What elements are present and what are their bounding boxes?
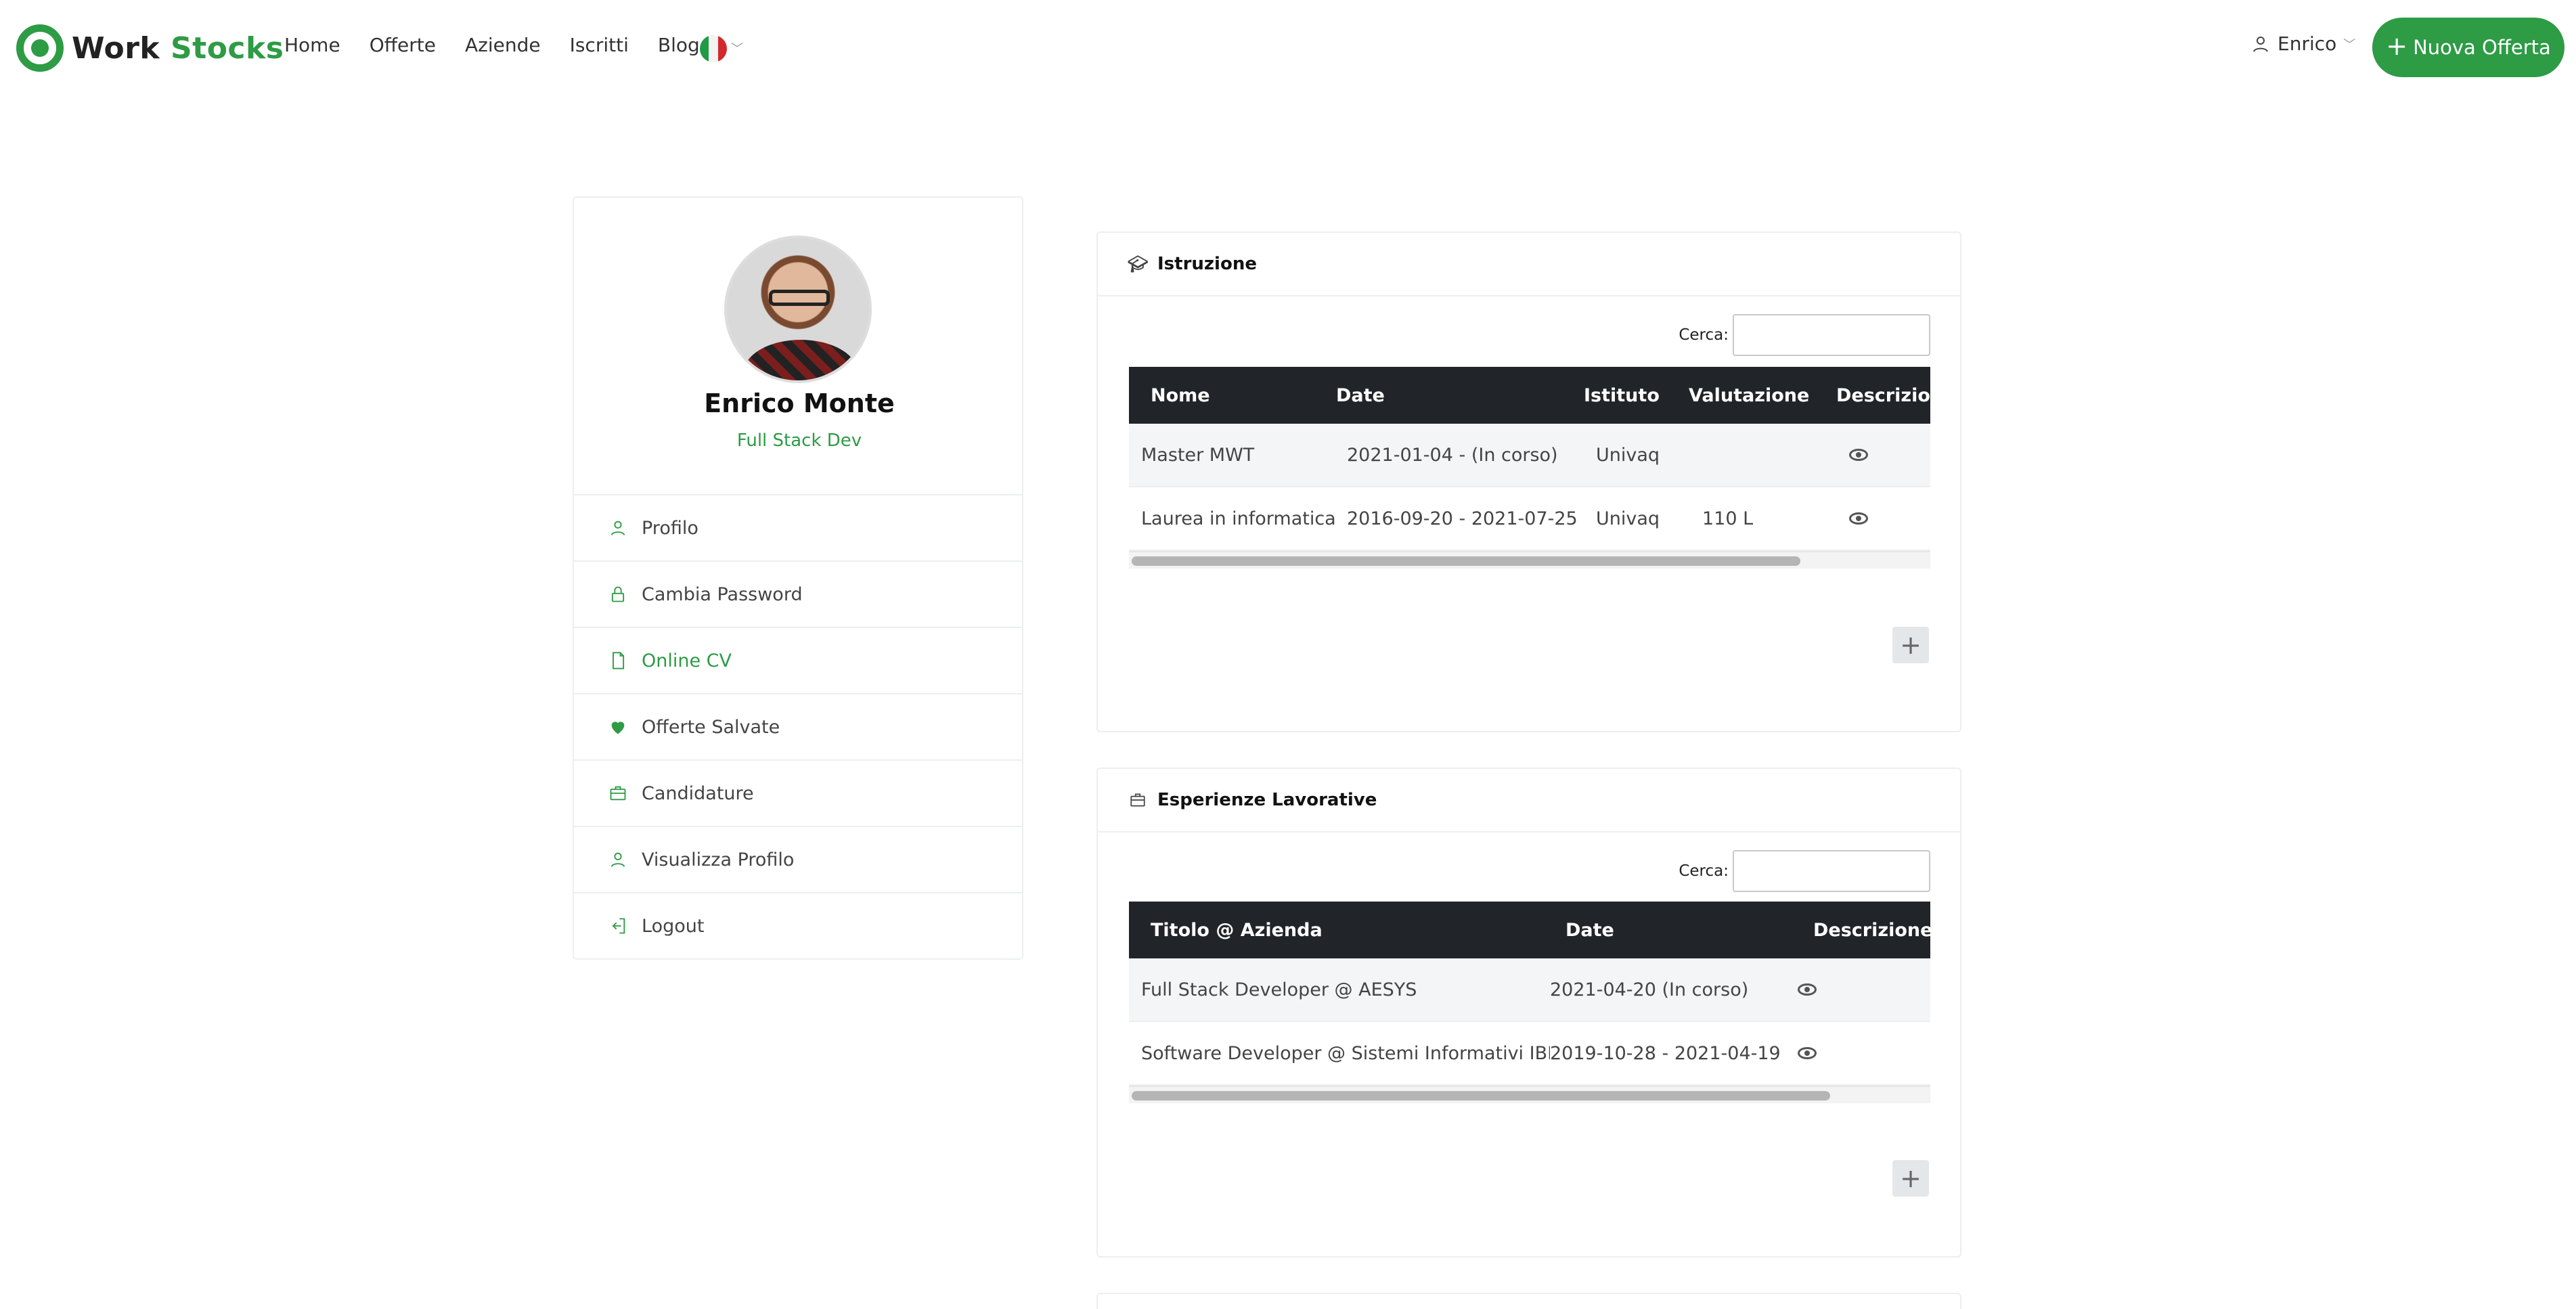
education-search: Cerca: bbox=[1679, 314, 1930, 356]
cell-nome: Master MWT bbox=[1141, 444, 1255, 466]
briefcase-icon bbox=[610, 786, 626, 801]
profile-name: Enrico Monte bbox=[704, 389, 895, 418]
new-offer-button[interactable]: + Nuova Offerta bbox=[2372, 18, 2564, 77]
scrollbar-thumb[interactable] bbox=[1132, 1091, 1830, 1101]
column-header[interactable]: Titolo @ Azienda bbox=[1129, 920, 1565, 941]
experience-table: Titolo @ Azienda Date Descrizione Full S… bbox=[1129, 902, 1930, 1103]
sidebar-item-label: Offerte Salvate bbox=[642, 716, 780, 738]
chevron-down-icon: ﹀ bbox=[731, 42, 743, 56]
sidebar-item-candidature[interactable]: Candidature bbox=[574, 759, 1022, 826]
experience-search: Cerca: bbox=[1679, 850, 1930, 892]
nav-iscritti[interactable]: Iscritti bbox=[570, 34, 629, 56]
language-flag-icon[interactable] bbox=[700, 35, 727, 62]
logo-word-stocks: Stocks bbox=[170, 30, 284, 66]
education-table: Nome Date Istituto Valutazione Descrizio… bbox=[1129, 367, 1930, 569]
cell-valutazione: 110 L bbox=[1702, 508, 1754, 529]
column-header[interactable]: Nome bbox=[1129, 385, 1336, 406]
add-education-button[interactable]: + bbox=[1892, 627, 1929, 663]
table-row: Master MWT 2021-01-04 - (In corso) Univa… bbox=[1129, 424, 1930, 487]
education-title: Istruzione bbox=[1157, 254, 1257, 274]
site-logo[interactable]: Work Stocks bbox=[16, 24, 284, 72]
column-header[interactable]: Istituto bbox=[1584, 385, 1689, 406]
sidebar-item-logout[interactable]: Logout bbox=[574, 892, 1022, 958]
sidebar-item-label: Candidature bbox=[642, 782, 754, 804]
logo-word-work: Work bbox=[72, 30, 160, 66]
sidebar-item-label: Cambia Password bbox=[642, 583, 803, 605]
eye-icon[interactable] bbox=[1798, 983, 1817, 996]
logo-mark-icon bbox=[16, 24, 64, 72]
nav-home[interactable]: Home bbox=[284, 34, 340, 56]
table-header: Nome Date Istituto Valutazione Descrizio… bbox=[1129, 367, 1930, 424]
horizontal-scrollbar[interactable] bbox=[1129, 1086, 1930, 1103]
user-icon bbox=[610, 520, 625, 535]
briefcase-icon bbox=[1130, 793, 1145, 807]
main-nav: Home Offerte Aziende Iscritti Blog bbox=[284, 34, 700, 56]
experience-card: Esperienze Lavorative Cerca: Titolo @ Az… bbox=[1096, 768, 1961, 1258]
user-menu-name: Enrico bbox=[2278, 32, 2337, 55]
sidebar-item-label: Online CV bbox=[642, 650, 732, 671]
column-header[interactable]: Date bbox=[1336, 385, 1584, 406]
nav-aziende[interactable]: Aziende bbox=[465, 34, 541, 56]
nav-offerte[interactable]: Offerte bbox=[370, 34, 436, 56]
cell-nome: Laurea in informatica bbox=[1141, 508, 1336, 529]
cell-date: 2021-01-04 - (In corso) bbox=[1347, 444, 1558, 466]
profile-role: Full Stack Dev bbox=[736, 430, 862, 451]
add-experience-button[interactable]: + bbox=[1892, 1160, 1929, 1197]
education-header: 🎓︎ Istruzione bbox=[1098, 233, 1960, 296]
logout-icon bbox=[612, 918, 625, 934]
column-header[interactable]: Date bbox=[1565, 920, 1813, 941]
user-icon bbox=[610, 852, 625, 867]
lock-icon bbox=[611, 586, 625, 602]
cell-date: 2016-09-20 - 2021-07-25 bbox=[1347, 508, 1578, 529]
cell-istituto: Univaq bbox=[1596, 508, 1660, 529]
user-menu[interactable]: Enrico ﹀ bbox=[2250, 32, 2355, 55]
column-header[interactable]: Valutazione bbox=[1689, 385, 1836, 406]
sidebar-item-label: Logout bbox=[642, 915, 705, 937]
plus-icon: + bbox=[2386, 31, 2408, 61]
column-header[interactable]: Descrizione bbox=[1813, 920, 1930, 941]
cell-date: 2021-04-20 (In corso) bbox=[1550, 979, 1749, 1000]
sidebar-item-visualizza-profilo[interactable]: Visualizza Profilo bbox=[574, 826, 1022, 892]
experience-search-input[interactable] bbox=[1733, 850, 1930, 892]
nav-blog[interactable]: Blog bbox=[658, 34, 700, 56]
sidebar-item-offerte-salvate[interactable]: Offerte Salvate bbox=[574, 693, 1022, 759]
next-section-card bbox=[1096, 1293, 1961, 1309]
table-row: Software Developer @ Sistemi Informativi… bbox=[1129, 1022, 1930, 1086]
column-header[interactable]: Descrizione bbox=[1836, 385, 1930, 406]
avatar bbox=[724, 236, 872, 383]
cell-titolo: Software Developer @ Sistemi Informativi… bbox=[1141, 1042, 1550, 1064]
table-header: Titolo @ Azienda Date Descrizione bbox=[1129, 902, 1930, 958]
cell-date: 2019-10-28 - 2021-04-19 bbox=[1550, 1042, 1781, 1064]
chevron-down-icon: ﹀ bbox=[2343, 37, 2356, 52]
graduation-cap-icon: 🎓︎ bbox=[1128, 254, 1149, 273]
heart-icon bbox=[611, 722, 625, 734]
search-label: Cerca: bbox=[1679, 862, 1729, 880]
eye-icon[interactable] bbox=[1849, 512, 1868, 525]
sidebar-item-cambia-password[interactable]: Cambia Password bbox=[574, 560, 1022, 627]
table-row: Laurea in informatica 2016-09-20 - 2021-… bbox=[1129, 487, 1930, 551]
sidebar-item-online-cv[interactable]: Online CV bbox=[574, 627, 1022, 693]
eye-icon[interactable] bbox=[1849, 448, 1868, 461]
cell-istituto: Univaq bbox=[1596, 444, 1660, 466]
experience-header: Esperienze Lavorative bbox=[1098, 769, 1960, 833]
top-navbar: Work Stocks Home Offerte Aziende Iscritt… bbox=[0, 0, 2576, 95]
search-label: Cerca: bbox=[1679, 326, 1729, 344]
cell-titolo: Full Stack Developer @ AESYS bbox=[1141, 979, 1417, 1000]
sidebar-item-label: Visualizza Profilo bbox=[642, 849, 795, 870]
profile-sidebar: Enrico Monte Full Stack Dev Profilo Camb… bbox=[573, 196, 1023, 960]
experience-title: Esperienze Lavorative bbox=[1157, 790, 1377, 810]
table-row: Full Stack Developer @ AESYS 2021-04-20 … bbox=[1129, 958, 1930, 1022]
education-search-input[interactable] bbox=[1733, 314, 1930, 356]
sidebar-menu: Profilo Cambia Password Online CV Offert… bbox=[574, 494, 1022, 958]
sidebar-item-label: Profilo bbox=[642, 517, 698, 539]
scrollbar-thumb[interactable] bbox=[1132, 556, 1800, 566]
file-icon bbox=[613, 652, 625, 669]
user-icon bbox=[2253, 36, 2268, 52]
new-offer-label: Nuova Offerta bbox=[2413, 36, 2551, 59]
horizontal-scrollbar[interactable] bbox=[1129, 551, 1930, 569]
education-card: 🎓︎ Istruzione Cerca: Nome Date Istituto … bbox=[1096, 231, 1961, 732]
sidebar-item-profilo[interactable]: Profilo bbox=[574, 494, 1022, 560]
eye-icon[interactable] bbox=[1798, 1046, 1817, 1059]
